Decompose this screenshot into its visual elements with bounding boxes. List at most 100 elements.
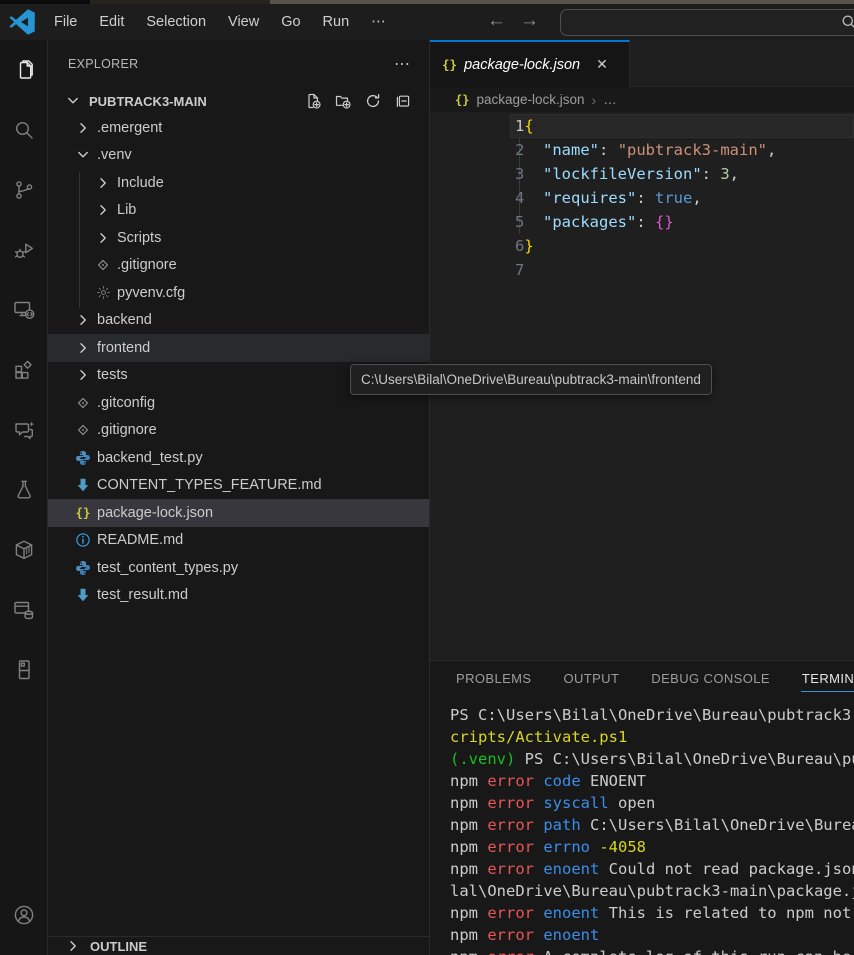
remote-explorer-icon[interactable] bbox=[0, 280, 48, 340]
forward-arrow-icon[interactable]: → bbox=[520, 3, 539, 39]
refresh-icon[interactable] bbox=[365, 93, 381, 109]
containers-icon[interactable] bbox=[0, 520, 48, 580]
markdown-icon bbox=[74, 477, 92, 493]
code-line-5[interactable]: 5 "packages": {} bbox=[430, 210, 854, 234]
tree-item-label: Lib bbox=[117, 202, 136, 218]
explorer-sidebar: EXPLORER ⋯ PUBTRACK3-MAIN .emergent.venv… bbox=[48, 40, 430, 955]
menu-bar: FileEditSelectionViewGoRun⋯ bbox=[43, 2, 398, 42]
tree-item-label: CONTENT_TYPES_FEATURE.md bbox=[97, 477, 322, 493]
panel-tab-terminal[interactable]: TERMINAL bbox=[801, 668, 854, 692]
terminal-line: cripts/Activate.ps1 bbox=[450, 726, 854, 748]
code-line-3[interactable]: 3 "lockfileVersion": 3, bbox=[430, 162, 854, 186]
menu-more-button[interactable]: ⋯ bbox=[360, 4, 398, 40]
folder--venv[interactable]: .venv bbox=[48, 142, 429, 170]
source-control-icon[interactable] bbox=[0, 160, 48, 220]
line-number: 3 bbox=[515, 165, 524, 183]
chevron-down-icon bbox=[74, 147, 92, 163]
terminal-line: npm error code ENOENT bbox=[450, 770, 854, 792]
terminal-output[interactable]: PS C:\Users\Bilal\OneDrive\Bureau\pubtra… bbox=[430, 699, 854, 955]
folder-lib[interactable]: Lib bbox=[48, 197, 429, 225]
outline-section-header[interactable]: OUTLINE bbox=[48, 936, 429, 955]
file-tree: .emergent.venv Include Lib Scripts .gitignor… bbox=[48, 114, 429, 609]
panel-tab-debug-console[interactable]: DEBUG CONSOLE bbox=[650, 668, 771, 692]
close-icon[interactable]: ✕ bbox=[596, 56, 608, 73]
folder-scripts[interactable]: Scripts bbox=[48, 224, 429, 252]
project-section-header[interactable]: PUBTRACK3-MAIN bbox=[48, 88, 429, 114]
menu-edit[interactable]: Edit bbox=[88, 4, 135, 40]
search-icon[interactable] bbox=[0, 100, 48, 160]
devices-icon[interactable] bbox=[0, 640, 48, 700]
file-test-result-md[interactable]: test_result.md bbox=[48, 582, 429, 610]
chat-icon[interactable] bbox=[0, 400, 48, 460]
code-line-6[interactable]: 6} bbox=[430, 234, 854, 258]
collapse-all-icon[interactable] bbox=[395, 93, 411, 109]
tab-label: package-lock.json bbox=[464, 57, 580, 73]
menu-file[interactable]: File bbox=[43, 4, 88, 40]
file--gitignore[interactable]: .gitignore bbox=[48, 252, 429, 280]
breadcrumb[interactable]: {} package-lock.json › … bbox=[430, 87, 854, 112]
line-number: 7 bbox=[515, 261, 524, 279]
path-tooltip: C:\Users\Bilal\OneDrive\Bureau\pubtrack3… bbox=[350, 364, 712, 395]
json-file-icon: {} bbox=[455, 93, 469, 107]
outline-label: OUTLINE bbox=[90, 939, 147, 954]
menu-view[interactable]: View bbox=[217, 4, 270, 40]
chevron-right-icon bbox=[74, 340, 92, 356]
run-and-debug-icon[interactable] bbox=[0, 220, 48, 280]
file-package-lock-json[interactable]: {}package-lock.json bbox=[48, 499, 429, 527]
terminal-line: npm error A complete log of this run can… bbox=[450, 946, 854, 955]
database-icon[interactable] bbox=[0, 580, 48, 640]
extensions-icon[interactable] bbox=[0, 340, 48, 400]
testing-icon[interactable] bbox=[0, 460, 48, 520]
code-line-4[interactable]: 4 "requires": true, bbox=[430, 186, 854, 210]
desktop-strip bbox=[0, 0, 90, 4]
vscode-window: FileEditSelectionViewGoRun⋯ ← → EXPLORER… bbox=[0, 0, 854, 955]
sidebar-header: EXPLORER ⋯ bbox=[48, 40, 429, 88]
project-name: PUBTRACK3-MAIN bbox=[89, 94, 207, 109]
chevron-right-icon bbox=[94, 175, 112, 191]
menu-run[interactable]: Run bbox=[312, 4, 361, 40]
folder-backend[interactable]: backend bbox=[48, 307, 429, 335]
file-pyvenv-cfg[interactable]: pyvenv.cfg bbox=[48, 279, 429, 307]
code-line-2[interactable]: 2 "name": "pubtrack3-main", bbox=[430, 138, 854, 162]
file-backend-test-py[interactable]: backend_test.py bbox=[48, 444, 429, 472]
explorer-more-actions-button[interactable]: ⋯ bbox=[394, 54, 411, 74]
tree-item-label: .gitignore bbox=[117, 257, 177, 273]
python-icon bbox=[74, 450, 92, 466]
breadcrumb-file[interactable]: package-lock.json bbox=[476, 92, 584, 107]
settings-icon[interactable] bbox=[0, 935, 48, 955]
menu-go[interactable]: Go bbox=[270, 4, 311, 40]
line-number: 5 bbox=[515, 213, 524, 231]
title-bar: FileEditSelectionViewGoRun⋯ ← → bbox=[0, 0, 854, 40]
file--gitignore[interactable]: .gitignore bbox=[48, 417, 429, 445]
file-readme-md[interactable]: README.md bbox=[48, 527, 429, 555]
new-file-icon[interactable] bbox=[305, 93, 321, 109]
tree-item-label: Include bbox=[117, 175, 164, 191]
git-icon bbox=[94, 257, 112, 273]
breadcrumb-rest[interactable]: … bbox=[603, 92, 617, 107]
terminal-line: lal\OneDrive\Bureau\pubtrack3-main\packa… bbox=[450, 880, 854, 902]
code-line-7[interactable]: 7 bbox=[430, 258, 854, 282]
gear-icon bbox=[94, 285, 112, 301]
file-content-types-feature-md[interactable]: CONTENT_TYPES_FEATURE.md bbox=[48, 472, 429, 500]
command-center-search[interactable] bbox=[560, 9, 854, 36]
panel-tab-output[interactable]: OUTPUT bbox=[562, 668, 620, 692]
desktop-strip bbox=[90, 0, 270, 4]
code-line-1[interactable]: 1{ bbox=[430, 114, 854, 138]
explorer-icon[interactable] bbox=[0, 40, 48, 100]
tab-bar: {} package-lock.json ✕ bbox=[430, 40, 854, 87]
tree-item-label: package-lock.json bbox=[97, 505, 213, 521]
activity-bar bbox=[0, 40, 48, 955]
tree-item-label: backend bbox=[97, 312, 152, 328]
panel-tab-problems[interactable]: PROBLEMS bbox=[455, 668, 532, 692]
line-number: 1 bbox=[515, 117, 524, 135]
folder-include[interactable]: Include bbox=[48, 169, 429, 197]
file-test-content-types-py[interactable]: test_content_types.py bbox=[48, 554, 429, 582]
folder-frontend[interactable]: frontend bbox=[48, 334, 429, 362]
chevron-right-icon bbox=[64, 938, 82, 954]
tab-package-lock-json[interactable]: {} package-lock.json ✕ bbox=[430, 40, 630, 87]
new-folder-icon[interactable] bbox=[335, 93, 351, 109]
menu-selection[interactable]: Selection bbox=[135, 4, 217, 40]
back-arrow-icon[interactable]: ← bbox=[487, 3, 506, 39]
folder--emergent[interactable]: .emergent bbox=[48, 114, 429, 142]
tree-indent-guide bbox=[79, 172, 80, 308]
